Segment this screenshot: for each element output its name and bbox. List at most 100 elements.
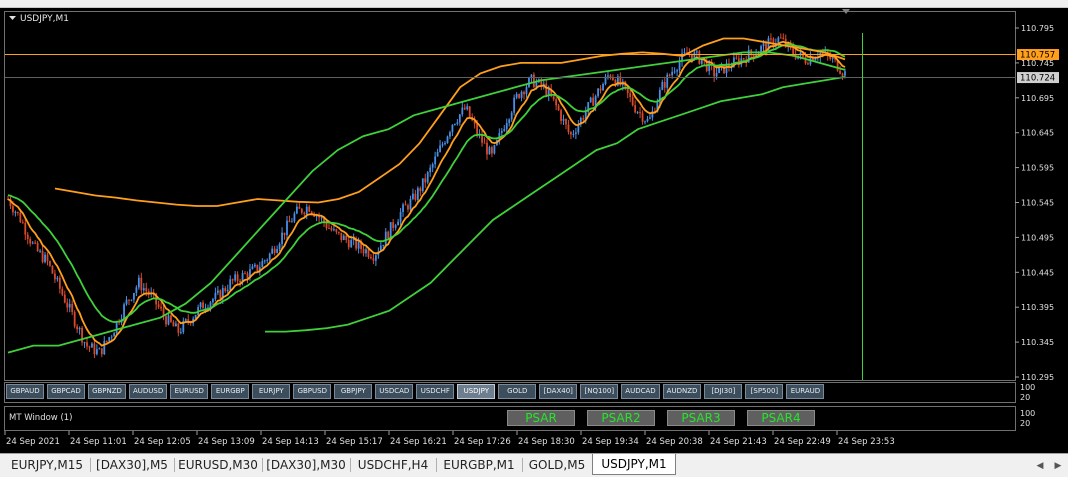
- candle-body: [135, 287, 138, 294]
- time-axis: 24 Sep 2021 24 Sep 11:01 24 Sep 12:05 24 Se…: [4, 431, 895, 447]
- time-tick-label: 24 Sep 22:49: [774, 437, 831, 447]
- candle-body: [407, 205, 409, 210]
- symbol-button-eurjpy[interactable]: EURJPY: [252, 384, 291, 399]
- candle-body: [268, 253, 271, 260]
- candle-body: [384, 231, 387, 245]
- candle-body: [436, 152, 439, 157]
- candle-body: [831, 57, 834, 59]
- candle-body: [202, 302, 204, 309]
- candle-body: [229, 279, 232, 290]
- candle-body: [256, 264, 259, 272]
- candle-body: [219, 290, 222, 299]
- candle-body: [41, 250, 44, 263]
- candle-body: [266, 259, 269, 261]
- symbol-button-nq100[interactable]: [NQ100]: [580, 384, 619, 399]
- candle-body: [308, 206, 311, 212]
- symbol-button-gbpaud[interactable]: GBPAUD: [6, 384, 44, 399]
- candle-body: [110, 336, 113, 338]
- candle-body: [607, 75, 609, 77]
- chart-window[interactable]: USDJPY,M1 110.795 110.745 110.695 110.645 11…: [0, 8, 1068, 453]
- candle-body: [431, 164, 434, 168]
- candle-body: [199, 302, 202, 308]
- candle-body: [63, 294, 66, 303]
- candle-body: [565, 118, 567, 125]
- symbol-button-gbpjpy[interactable]: GBPJPY: [334, 384, 373, 399]
- candle-body: [562, 118, 565, 121]
- candle-body: [19, 212, 22, 223]
- candle-body: [142, 288, 145, 291]
- moving-averages: [7, 37, 846, 354]
- candle-body: [226, 289, 229, 291]
- time-tick-label: 24 Sep 12:05: [134, 437, 191, 447]
- candle-body: [453, 123, 456, 125]
- chart-tab-eurjpym15[interactable]: EURJPY,M15: [4, 456, 90, 474]
- price-tick-label: 110.695: [1021, 94, 1054, 103]
- symbol-button-dax40[interactable]: [DAX40]: [539, 384, 578, 399]
- candle-body: [293, 213, 296, 222]
- symbol-button-dji30[interactable]: [DJI30]: [704, 384, 743, 399]
- symbol-button-gbpcad[interactable]: GBPCAD: [47, 384, 85, 399]
- psar-button-1[interactable]: PSAR: [507, 410, 575, 426]
- symbol-button-usdchf[interactable]: USDCHF: [416, 384, 455, 399]
- time-tick-label: 24 Sep 11:01: [70, 437, 127, 447]
- indicator-pane-axis-max: 100: [1020, 409, 1035, 418]
- chart-tab-usdjpym1[interactable]: USDJPY,M1: [592, 454, 676, 475]
- candle-body: [394, 225, 397, 228]
- candle-body: [246, 273, 249, 279]
- candle-body: [513, 97, 516, 113]
- candle-body: [525, 87, 528, 95]
- candle-body: [125, 299, 128, 305]
- candle-body: [424, 178, 427, 183]
- chart-tab-eurusdm30[interactable]: EURUSD,M30: [174, 456, 262, 474]
- candle-body: [357, 241, 360, 249]
- candle-body: [491, 147, 493, 154]
- symbol-button-audcad[interactable]: AUDCAD: [621, 384, 660, 399]
- candle-body: [510, 112, 513, 120]
- chart-tab-dax30m30[interactable]: [DAX30],M30: [262, 456, 350, 474]
- candle-body: [330, 228, 333, 231]
- arrow-right-icon[interactable]: ▶: [1050, 458, 1066, 474]
- arrow-left-icon[interactable]: ◀: [1032, 458, 1048, 474]
- chart-tab-usdchfh4[interactable]: USDCHF,H4: [350, 456, 436, 474]
- candle-body: [372, 258, 375, 261]
- candle-body: [300, 208, 303, 213]
- candle-body: [209, 302, 212, 308]
- candle-body: [46, 254, 49, 262]
- psar-button-2[interactable]: PSAR2: [587, 410, 655, 426]
- time-tick-label: 24 Sep 23:53: [838, 437, 895, 447]
- psar-button-4[interactable]: PSAR4: [747, 410, 815, 426]
- candle-body: [508, 119, 511, 124]
- symbol-button-audusd[interactable]: AUDUSD: [129, 384, 168, 399]
- chart-tab-dax30m5[interactable]: [DAX30],M5: [90, 456, 174, 474]
- symbol-button-bar: GBPAUD GBPCAD GBPNZD AUDUSD EURUSD EURGBP EURJ…: [6, 384, 825, 401]
- candle-body: [545, 83, 548, 96]
- price-tick-label: 110.595: [1021, 164, 1054, 173]
- symbol-button-gbpusd[interactable]: GBPUSD: [293, 384, 332, 399]
- candle-body: [115, 321, 118, 333]
- candle-body: [367, 249, 370, 257]
- symbol-button-eurgbp[interactable]: EURGBP: [211, 384, 250, 399]
- symbol-button-audnzd[interactable]: AUDNZD: [662, 384, 702, 399]
- candle-body: [429, 167, 432, 173]
- candle-body: [71, 303, 74, 313]
- symbol-button-euraud[interactable]: EURAUD: [786, 384, 825, 399]
- symbol-button-eurusd[interactable]: EURUSD: [170, 384, 209, 399]
- candle-body: [145, 288, 148, 292]
- symbol-button-usdjpy[interactable]: USDJPY: [457, 384, 496, 399]
- candle-body: [271, 248, 274, 254]
- candle-body: [103, 340, 106, 355]
- symbol-button-sp500[interactable]: [SP500]: [745, 384, 784, 399]
- window-title: USDJPY,M1: [20, 14, 69, 24]
- symbol-button-gbpnzd[interactable]: GBPNZD: [88, 384, 126, 399]
- candle-body: [488, 147, 491, 155]
- chart-tab-eurgbpm1[interactable]: EURGBP,M1: [436, 456, 522, 474]
- symbol-button-gold[interactable]: GOLD: [498, 384, 537, 399]
- candle-body: [515, 94, 518, 98]
- symbol-button-usdcad[interactable]: USDCAD: [375, 384, 414, 399]
- subwindow-label: MT Window (1): [9, 413, 72, 423]
- psar-button-3[interactable]: PSAR3: [667, 410, 735, 426]
- triangle-down-icon[interactable]: [9, 16, 16, 20]
- candle-body: [444, 142, 446, 145]
- candle-body: [130, 299, 133, 301]
- chart-tab-goldm5[interactable]: GOLD,M5: [522, 456, 592, 474]
